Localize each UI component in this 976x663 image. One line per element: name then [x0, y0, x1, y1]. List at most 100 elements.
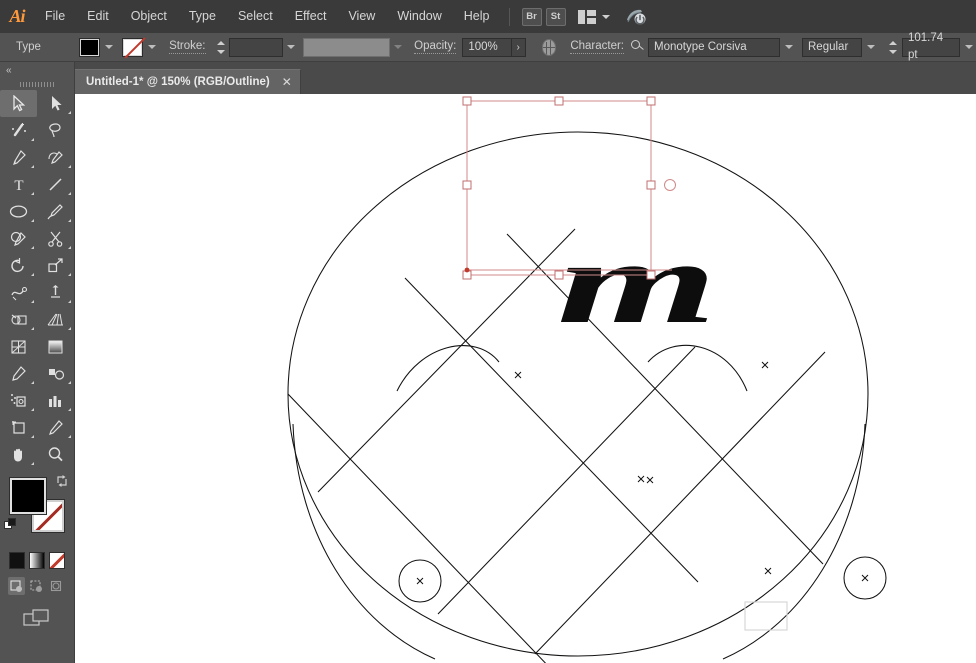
handle-top-left[interactable]	[462, 96, 472, 106]
shaper-pencil-tool[interactable]	[0, 225, 37, 252]
arrange-documents-icon[interactable]	[577, 9, 596, 24]
handle-bottom-center[interactable]	[554, 270, 564, 280]
default-fill-stroke-icon[interactable]	[4, 518, 18, 532]
change-screen-mode-button[interactable]	[0, 595, 74, 629]
lattice-line-1	[317, 228, 576, 493]
scale-tool[interactable]	[37, 252, 74, 279]
handle-middle-right[interactable]	[646, 180, 656, 190]
menu-file[interactable]: File	[34, 0, 76, 33]
lattice-line-4	[287, 393, 547, 663]
gradient-tool[interactable]	[37, 333, 74, 360]
stock-button[interactable]: St	[545, 7, 566, 26]
close-icon[interactable]: ✕	[282, 75, 292, 89]
lattice-line-3	[534, 351, 826, 655]
app-logo-icon: Ai	[9, 6, 25, 26]
font-style-select[interactable]: Regular	[802, 37, 862, 57]
rotate-handle[interactable]	[664, 179, 676, 191]
menu-type[interactable]: Type	[178, 0, 227, 33]
recolor-artwork-icon[interactable]	[541, 38, 557, 56]
fill-chevron-down-icon[interactable]	[102, 38, 116, 57]
mesh-tool[interactable]	[0, 333, 37, 360]
handle-top-center[interactable]	[554, 96, 564, 106]
character-label: Character:	[570, 40, 624, 54]
rotate-tool[interactable]	[0, 252, 37, 279]
font-style-chevron-down-icon[interactable]	[864, 38, 878, 57]
slice-tool[interactable]	[37, 414, 74, 441]
font-size-input[interactable]: 101.74 pt	[902, 32, 960, 61]
handle-top-right[interactable]	[646, 96, 656, 106]
collapse-panel-chevrons-icon[interactable]: «	[0, 62, 74, 78]
stroke-profile-select[interactable]	[303, 37, 391, 57]
menu-window[interactable]: Window	[386, 0, 452, 33]
perspective-grid-tool[interactable]	[37, 306, 74, 333]
center-mark-right	[861, 574, 869, 582]
stroke-label: Stroke:	[169, 40, 206, 54]
line-segment-tool[interactable]	[37, 171, 74, 198]
font-size-chevron-down-icon[interactable]	[962, 38, 976, 57]
draw-normal-button[interactable]	[8, 577, 26, 595]
font-size-stepper[interactable]	[888, 38, 899, 57]
anchor-mark-1	[514, 371, 522, 379]
fill-color-swatch[interactable]	[10, 478, 46, 514]
stroke-weight-input[interactable]	[228, 37, 284, 57]
font-family-chevron-down-icon[interactable]	[782, 38, 796, 57]
main-ellipse	[287, 131, 869, 657]
font-search-icon[interactable]	[631, 40, 645, 54]
stroke-profile-chevron-down-icon[interactable]	[392, 38, 404, 57]
pen-tool[interactable]	[0, 144, 37, 171]
menu-view[interactable]: View	[337, 0, 386, 33]
eyedropper-tool[interactable]	[0, 360, 37, 387]
menu-select[interactable]: Select	[227, 0, 284, 33]
swap-fill-stroke-icon[interactable]	[55, 474, 69, 488]
gradient-mode-button[interactable]	[29, 552, 45, 569]
menu-edit[interactable]: Edit	[76, 0, 120, 33]
hand-tool[interactable]	[0, 441, 37, 468]
fill-swatch[interactable]	[79, 37, 101, 57]
curvature-tool[interactable]	[37, 144, 74, 171]
width-warp-tool[interactable]	[0, 279, 37, 306]
symbol-sprayer-tool[interactable]	[0, 387, 37, 414]
document-tab-untitled-1[interactable]: Untitled-1* @ 150% (RGB/Outline) ✕	[75, 69, 301, 94]
draw-behind-button[interactable]	[28, 577, 45, 595]
zoom-tool[interactable]	[37, 441, 74, 468]
menu-object[interactable]: Object	[120, 0, 178, 33]
shape-builder-tool[interactable]	[0, 306, 37, 333]
blend-tool[interactable]	[37, 360, 74, 387]
stroke-swatch[interactable]	[122, 37, 144, 57]
artboard-tool[interactable]	[0, 414, 37, 441]
arc-upper-left	[396, 345, 500, 392]
stroke-chevron-down-icon[interactable]	[145, 38, 159, 57]
lasso-tool[interactable]	[37, 117, 74, 144]
panel-drag-grip[interactable]	[0, 78, 74, 90]
text-object-m[interactable]: m	[557, 217, 717, 348]
handle-middle-left[interactable]	[462, 180, 472, 190]
stroke-weight-chevron-down-icon[interactable]	[285, 38, 297, 57]
opacity-options-icon[interactable]: ›	[511, 37, 526, 57]
selection-tool[interactable]	[0, 90, 37, 117]
draw-inside-button[interactable]	[49, 577, 66, 595]
color-mode-buttons	[0, 548, 74, 569]
handle-bottom-right[interactable]	[646, 270, 656, 280]
direct-selection-tool[interactable]	[37, 90, 74, 117]
color-mode-button[interactable]	[9, 552, 25, 569]
none-mode-button[interactable]	[49, 552, 65, 569]
type-tool[interactable]: T	[0, 171, 37, 198]
free-transform-tool[interactable]	[37, 279, 74, 306]
document-canvas[interactable]: m	[75, 94, 976, 663]
font-family-select[interactable]: Monotype Corsiva	[648, 37, 780, 57]
bridge-button[interactable]: Br	[521, 7, 542, 26]
anchor-mark-5	[764, 567, 772, 575]
scissors-eraser-tool[interactable]	[37, 225, 74, 252]
paintbrush-tool[interactable]	[37, 198, 74, 225]
menu-help[interactable]: Help	[453, 0, 501, 33]
workspace-switcher-icon[interactable]	[624, 7, 646, 27]
arrange-chevron-down-icon[interactable]	[601, 14, 610, 19]
menu-effect[interactable]: Effect	[284, 0, 338, 33]
opacity-input[interactable]: 100%	[462, 37, 512, 57]
stroke-weight-stepper[interactable]	[216, 38, 225, 57]
magic-wand-tool[interactable]	[0, 117, 37, 144]
faint-rect-bottom-right	[744, 601, 788, 631]
anchor-origin-point	[464, 267, 470, 273]
ellipse-tool[interactable]	[0, 198, 37, 225]
column-graph-tool[interactable]	[37, 387, 74, 414]
